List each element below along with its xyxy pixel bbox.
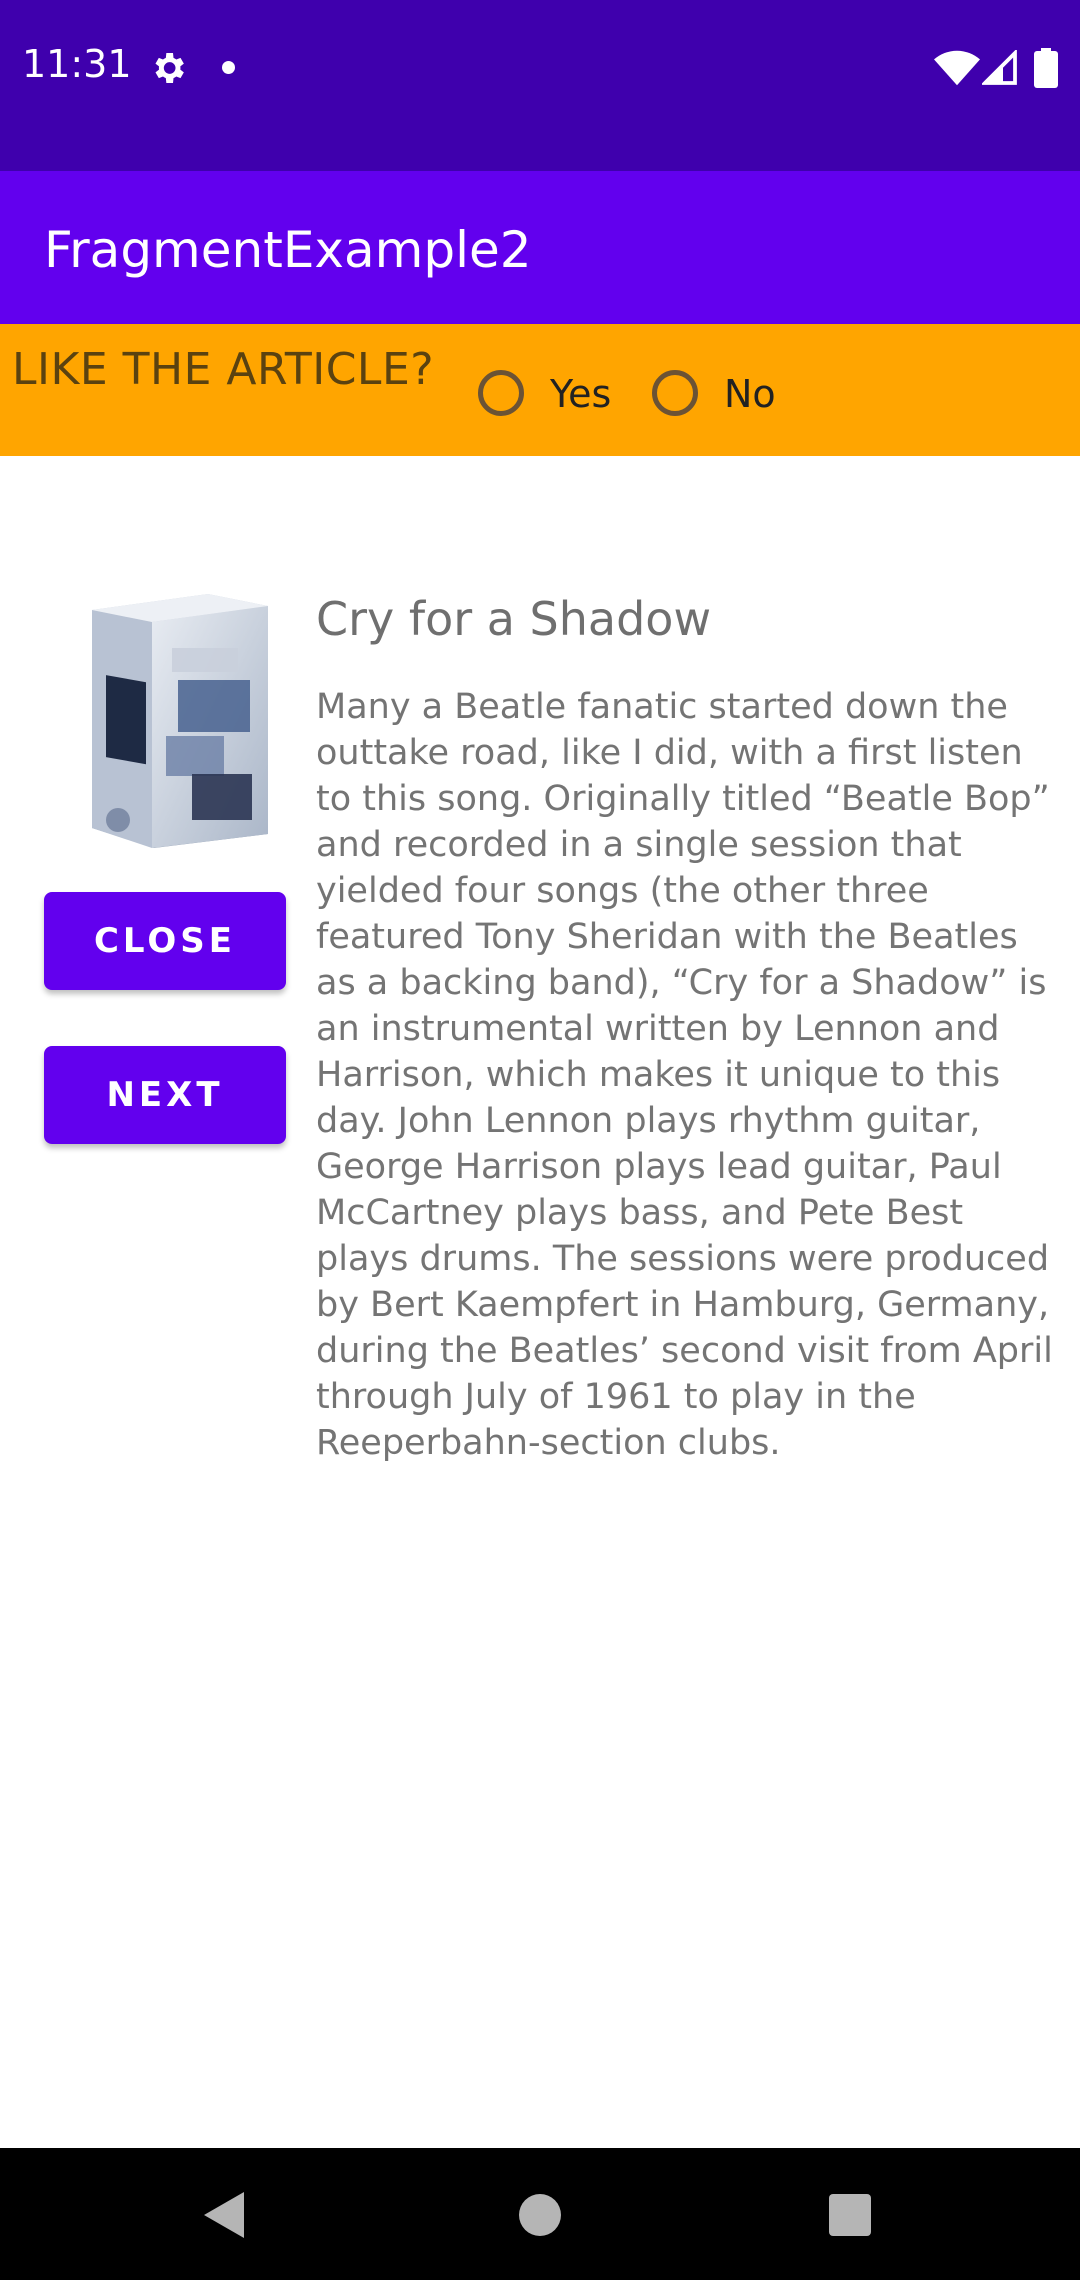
battery-icon — [1034, 48, 1058, 88]
wifi-icon — [934, 50, 980, 86]
status-time: 11:31 — [22, 42, 132, 86]
navigation-bar — [0, 2148, 1080, 2280]
radio-circle-icon[interactable] — [478, 370, 524, 416]
signal-icon — [982, 50, 1017, 85]
album-cover-image — [92, 594, 268, 848]
app-bar: FragmentExample2 — [0, 171, 1080, 324]
recents-icon[interactable] — [829, 2194, 871, 2236]
notification-dot-icon — [222, 61, 235, 74]
radio-no[interactable]: No — [652, 366, 782, 426]
radio-yes[interactable]: Yes — [478, 366, 628, 426]
radio-no-label: No — [724, 372, 776, 416]
article-body: Many a Beatle fanatic started down the o… — [316, 687, 1053, 1463]
home-icon[interactable] — [519, 2194, 561, 2236]
radio-circle-icon[interactable] — [652, 370, 698, 416]
feedback-bar: LIKE THE ARTICLE? Yes No — [0, 324, 1080, 456]
app-title: FragmentExample2 — [44, 221, 532, 279]
radio-yes-label: Yes — [550, 372, 612, 416]
gear-icon — [155, 53, 184, 83]
next-button[interactable]: NEXT — [44, 1046, 286, 1144]
close-button[interactable]: CLOSE — [44, 892, 286, 990]
feedback-question: LIKE THE ARTICLE? — [12, 344, 435, 395]
article-title: Cry for a Shadow — [316, 592, 712, 646]
back-icon[interactable] — [204, 2192, 244, 2238]
status-bar: 11:31 — [0, 0, 1080, 171]
